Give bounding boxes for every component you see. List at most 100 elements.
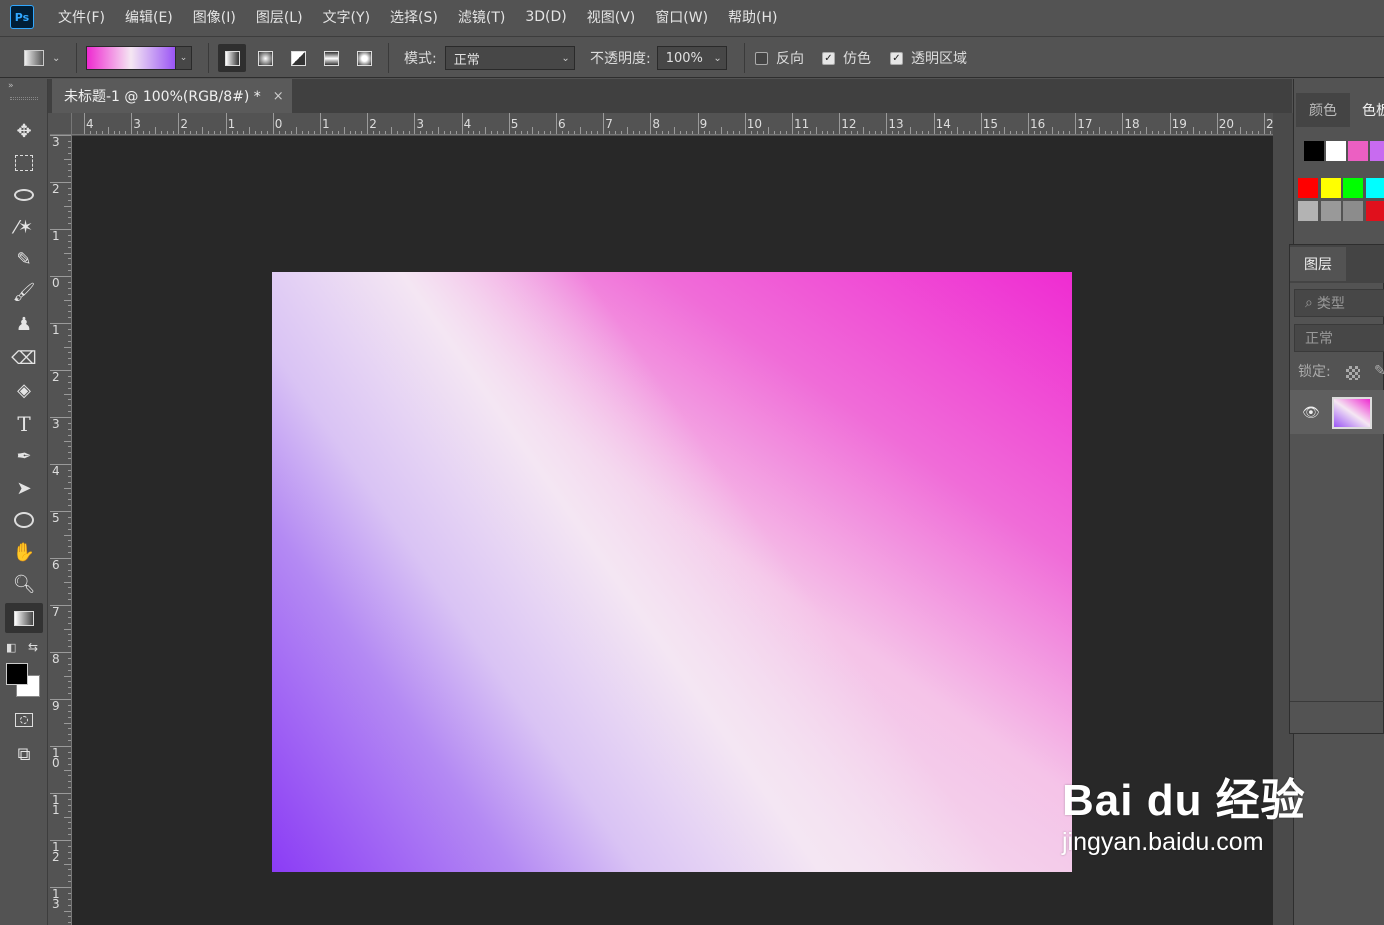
tab-color[interactable]: 颜色 xyxy=(1296,93,1350,127)
ruler-tick xyxy=(508,113,510,134)
dither-checkbox[interactable]: ✓ 仿色 xyxy=(822,37,871,79)
lock-transparency-icon[interactable] xyxy=(1346,366,1360,380)
foreground-color-swatch[interactable] xyxy=(6,663,28,685)
ruler-label: 17 xyxy=(1077,117,1093,131)
color-swatch[interactable] xyxy=(1304,141,1324,161)
baidu-logo: Bai du 经验 xyxy=(1062,776,1306,825)
hand-tool[interactable]: ✋ xyxy=(5,537,43,567)
menu-3d[interactable]: 3D(D) xyxy=(515,9,576,25)
layer-filter-input[interactable]: ⌕ 类型 xyxy=(1294,289,1384,317)
menu-type[interactable]: 文字(Y) xyxy=(313,7,380,27)
ruler-minor-tick xyxy=(308,131,310,134)
diamond-gradient-button[interactable] xyxy=(350,44,378,72)
path-selection-tool[interactable]: ➤ xyxy=(5,473,43,503)
quick-mask-button[interactable] xyxy=(5,705,43,735)
ellipse-tool[interactable] xyxy=(5,505,43,535)
panel-grip[interactable] xyxy=(10,97,38,100)
swap-colors-icon[interactable]: ⇆ xyxy=(28,640,38,654)
ruler-tick xyxy=(792,113,793,134)
ruler-minor-tick xyxy=(64,910,71,912)
menu-layer[interactable]: 图层(L) xyxy=(246,7,313,27)
menu-edit[interactable]: 编辑(E) xyxy=(115,7,183,27)
layers-footer xyxy=(1290,701,1384,733)
ruler-minor-tick xyxy=(520,131,522,134)
tool-preset-picker[interactable]: ⌄ xyxy=(24,37,60,79)
menu-help[interactable]: 帮助(H) xyxy=(718,7,787,27)
ruler-corner[interactable] xyxy=(50,113,72,135)
menu-view[interactable]: 视图(V) xyxy=(577,7,646,27)
blend-mode-select[interactable]: 正常 xyxy=(1294,324,1384,352)
ruler-label: 3 xyxy=(133,117,141,131)
gradient-tool[interactable] xyxy=(5,603,43,633)
photoshop-logo: Ps xyxy=(10,5,34,29)
angle-gradient-button[interactable] xyxy=(284,44,312,72)
ruler-label: 3 xyxy=(52,417,60,431)
stamp-tool[interactable]: ♟ xyxy=(5,309,43,339)
color-swatch[interactable] xyxy=(1326,141,1346,161)
ruler-label: 1 2 xyxy=(52,840,60,864)
menu-select[interactable]: 选择(S) xyxy=(380,7,448,27)
horizontal-ruler[interactable]: 4 3 2 1 0 1 2 3 4 5 6 7 8 9 10 11 12 13 14 15 16 17 18 19 20 2 xyxy=(72,113,1273,135)
ruler-minor-tick xyxy=(862,127,864,134)
color-swatch[interactable] xyxy=(1321,178,1341,198)
ruler-minor-tick xyxy=(567,131,569,134)
ruler-minor-tick xyxy=(64,534,71,536)
move-tool[interactable]: ✥ xyxy=(5,116,43,146)
ruler-minor-tick xyxy=(64,628,71,630)
menu-file[interactable]: 文件(F) xyxy=(48,7,115,27)
zoom-tool[interactable]: 🔍︎ xyxy=(5,569,43,599)
transparency-checkbox[interactable]: ✓ 透明区域 xyxy=(890,37,967,79)
marquee-tool[interactable] xyxy=(5,148,43,178)
menu-filter[interactable]: 滤镜(T) xyxy=(448,7,515,27)
color-swatch[interactable] xyxy=(1366,201,1384,221)
gradient-picker-button[interactable]: ⌄ xyxy=(176,46,192,70)
lasso-tool[interactable] xyxy=(5,180,43,210)
layer-thumbnail[interactable] xyxy=(1332,397,1372,429)
eye-icon[interactable]: 👁︎ xyxy=(1302,405,1320,421)
ruler-minor-tick xyxy=(856,131,858,134)
color-swatch[interactable] xyxy=(1321,201,1341,221)
opacity-input[interactable]: 100% ⌄ xyxy=(656,46,727,70)
brush-tool[interactable]: 🖌 xyxy=(5,277,43,307)
ruler-minor-tick xyxy=(703,131,705,134)
magic-wand-tool[interactable]: ⁄✶ xyxy=(5,212,43,242)
color-swatch[interactable] xyxy=(1343,201,1363,221)
ruler-minor-tick xyxy=(721,127,723,134)
close-icon[interactable]: × xyxy=(273,89,284,104)
color-swatch[interactable] xyxy=(1343,178,1363,198)
pen-tool[interactable]: ✒ xyxy=(5,441,43,471)
color-swatch[interactable] xyxy=(1348,141,1368,161)
color-swatch[interactable] xyxy=(1298,201,1318,221)
menu-image[interactable]: 图像(I) xyxy=(183,7,246,27)
ruler-minor-tick xyxy=(1116,131,1118,134)
color-swatch[interactable] xyxy=(1370,141,1384,161)
ruler-minor-tick xyxy=(485,127,487,134)
document-tab[interactable]: 未标题-1 @ 100%(RGB/8#) * × xyxy=(52,79,292,113)
gradient-preview[interactable] xyxy=(86,46,176,70)
mode-select[interactable]: 正常 ⌄ xyxy=(444,46,575,70)
tab-swatches[interactable]: 色板 xyxy=(1352,93,1384,127)
type-tool[interactable]: T xyxy=(5,409,43,439)
color-swatch[interactable] xyxy=(1298,178,1318,198)
reflected-gradient-button[interactable] xyxy=(317,44,345,72)
eraser-tool[interactable]: ⌫ xyxy=(5,343,43,373)
eyedropper-tool[interactable]: ✎ xyxy=(5,244,43,274)
reverse-checkbox[interactable]: 反向 xyxy=(755,37,804,79)
lock-pixels-icon[interactable]: ✎ xyxy=(1374,363,1384,379)
menu-window[interactable]: 窗口(W) xyxy=(645,7,718,27)
linear-gradient-button[interactable] xyxy=(218,44,246,72)
ruler-minor-tick xyxy=(284,131,286,134)
default-colors-icon[interactable]: ◧ xyxy=(6,641,16,654)
color-swatch[interactable] xyxy=(1366,178,1384,198)
collapse-panel-icon[interactable]: » xyxy=(8,81,14,91)
ruler-minor-tick xyxy=(1081,131,1083,134)
tab-layers[interactable]: 图层 xyxy=(1290,247,1346,281)
ruler-minor-tick xyxy=(609,131,611,134)
paint-bucket-tool[interactable]: ◈ xyxy=(5,375,43,405)
document-canvas[interactable] xyxy=(272,272,1072,872)
chevron-down-icon: ⌄ xyxy=(713,52,722,64)
radial-gradient-button[interactable] xyxy=(251,44,279,72)
vertical-ruler[interactable]: 32101234567891 01 11 21 3 xyxy=(50,135,72,925)
ruler-minor-tick xyxy=(355,131,357,134)
screen-mode-button[interactable]: ⧉ xyxy=(5,739,43,769)
